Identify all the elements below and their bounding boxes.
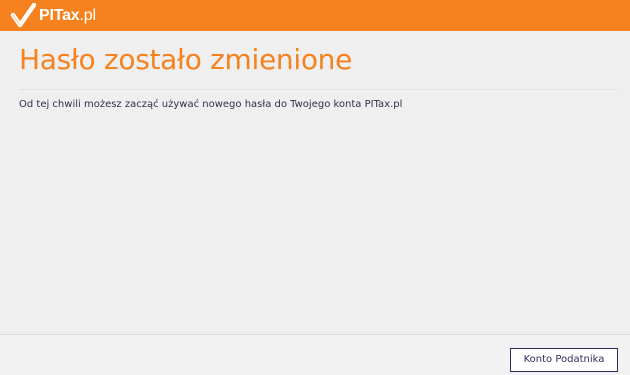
top-bar: PITax.pl: [0, 0, 630, 31]
logo-wordmark: PITax.pl: [39, 6, 96, 26]
taxpayer-account-button[interactable]: Konto Podatnika: [510, 348, 618, 372]
checkmark-logo-icon: [10, 3, 36, 28]
main-content: Hasło zostało zmienione Od tej chwili mo…: [0, 31, 630, 334]
logo-brand-bold: PITax: [39, 7, 80, 24]
page: PITax.pl Hasło zostało zmienione Od tej …: [0, 0, 630, 375]
pitax-logo[interactable]: PITax.pl: [10, 3, 96, 29]
logo-brand-domain: .pl: [79, 7, 97, 24]
title-divider: [19, 89, 617, 90]
page-title: Hasło zostało zmienione: [19, 43, 353, 76]
confirmation-message: Od tej chwili możesz zacząć używać noweg…: [19, 99, 403, 110]
